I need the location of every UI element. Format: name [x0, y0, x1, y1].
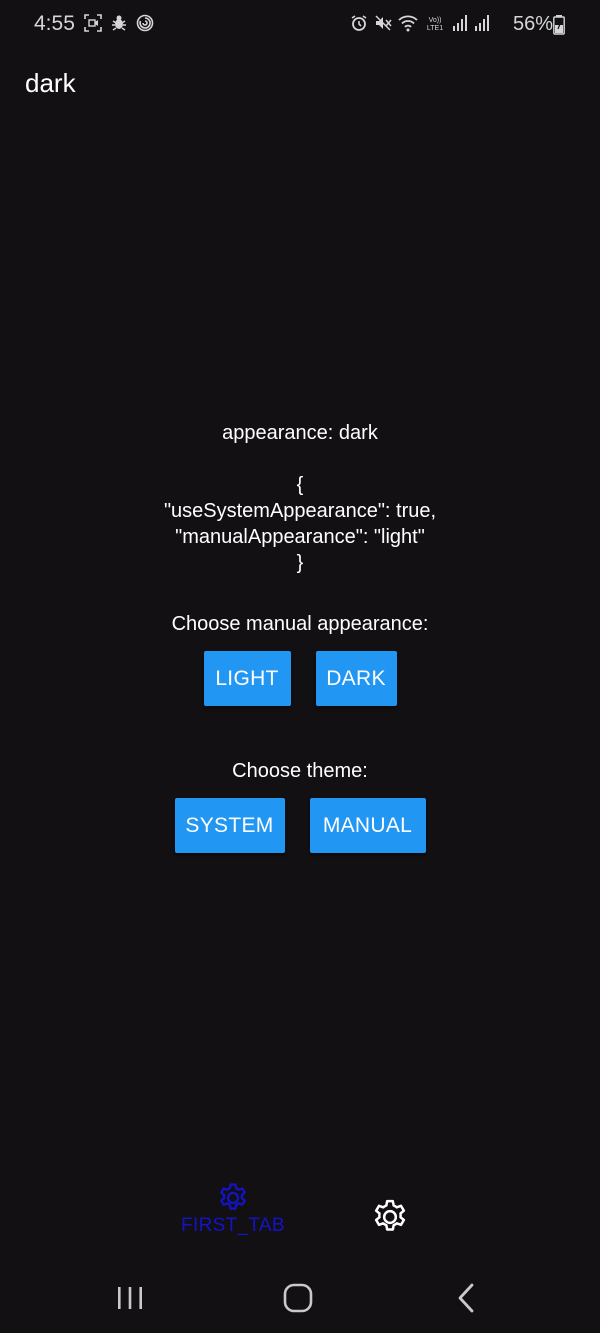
tab-first-label: FIRST_TAB [181, 1215, 285, 1236]
wifi-icon [398, 15, 418, 32]
json-line: "useSystemAppearance": true, [163, 500, 437, 522]
battery-percent: 56% [513, 13, 554, 35]
home-icon[interactable] [282, 1282, 314, 1314]
signal-icon-2 [475, 15, 489, 31]
json-line: } [296, 552, 304, 574]
spiral-app-icon [136, 14, 154, 32]
light-button[interactable]: LIGHT [203, 651, 291, 706]
main-content: appearance: dark { "useSystemAppearance"… [0, 420, 600, 576]
choose-appearance-label: Choose manual appearance: [171, 613, 429, 635]
system-nav-bar [0, 1262, 600, 1333]
screen-record-icon [84, 14, 102, 32]
mute-icon [375, 15, 392, 31]
appearance-status: appearance: dark [222, 422, 378, 444]
bug-icon [112, 15, 126, 31]
status-left-icons [84, 14, 154, 32]
gear-icon [220, 1183, 246, 1210]
tab-first[interactable]: FIRST_TAB [175, 1181, 291, 1237]
back-icon[interactable] [455, 1282, 477, 1314]
status-time: 4:55 [34, 12, 75, 35]
status-right-icons: Vo)) LTE1 [350, 14, 490, 32]
status-bar: 4:55 Vo)) LTE1 56% [0, 0, 600, 52]
json-line: { [296, 474, 304, 496]
alarm-icon [351, 15, 367, 31]
app-screen: 4:55 Vo)) LTE1 56% dark appearance: dark… [0, 0, 600, 1333]
system-button[interactable]: SYSTEM [174, 798, 285, 853]
bottom-tab-bar: FIRST_TAB [0, 1175, 600, 1255]
page-title: dark [25, 68, 76, 98]
choose-theme-label: Choose theme: [232, 760, 368, 782]
gear-icon [374, 1199, 406, 1231]
dark-button[interactable]: DARK [315, 651, 397, 706]
recents-icon[interactable] [116, 1284, 144, 1312]
theme-button-row: SYSTEM MANUAL [0, 798, 600, 853]
manual-button[interactable]: MANUAL [309, 798, 426, 853]
settings-json: { "useSystemAppearance": true, "manualAp… [0, 472, 600, 576]
battery-icon [553, 15, 565, 35]
signal-icon [453, 15, 467, 31]
json-line: "manualAppearance": "light" [175, 526, 425, 548]
tab-second[interactable] [370, 1197, 410, 1237]
volte-label-bottom: LTE1 [427, 25, 443, 32]
volte-icon: Vo)) LTE1 [427, 17, 443, 32]
appearance-button-row: LIGHT DARK [0, 651, 600, 706]
volte-label-top: Vo)) [429, 17, 442, 24]
